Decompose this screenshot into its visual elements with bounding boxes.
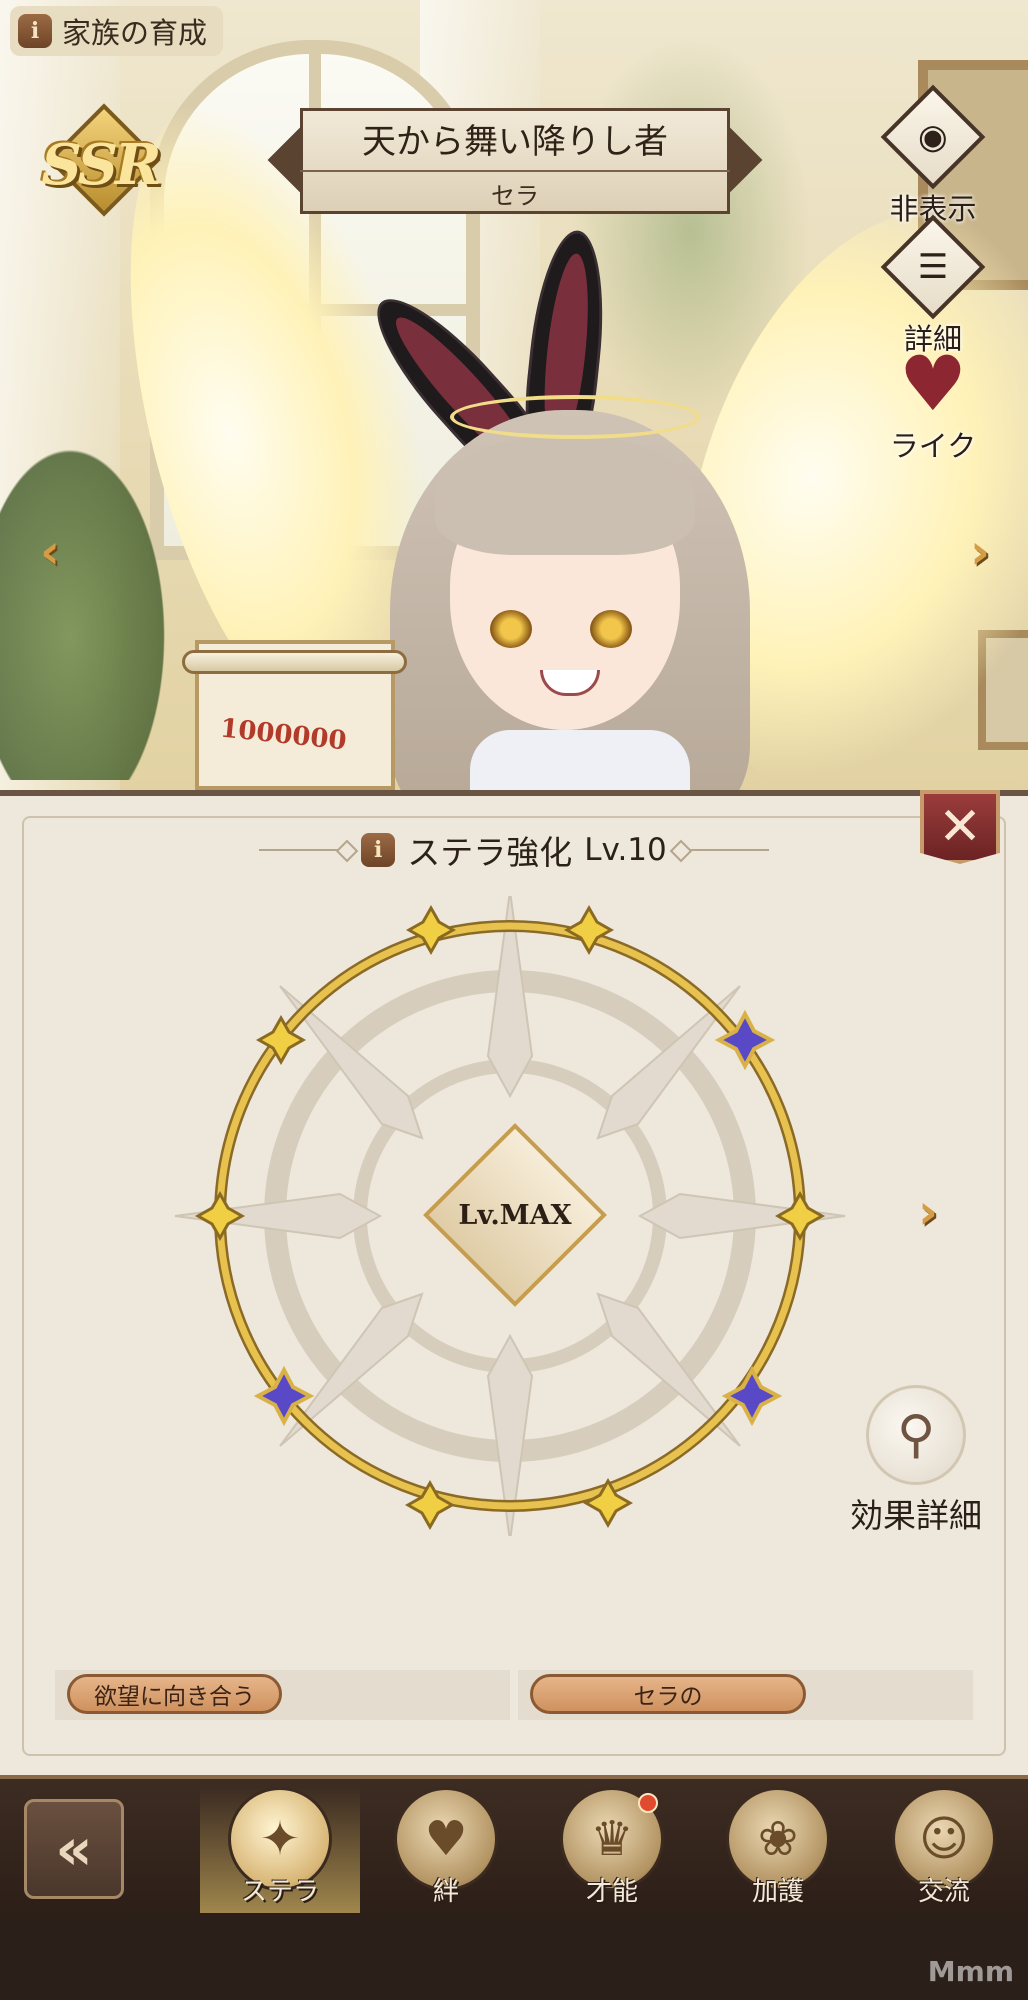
stella-slot[interactable]: 欲望に向き合う xyxy=(55,1670,510,1720)
character-name: セラ xyxy=(300,170,730,211)
info-icon[interactable]: i xyxy=(361,833,396,867)
like-button[interactable]: ♥ ライク xyxy=(878,345,988,465)
panel-level: Lv.10 xyxy=(584,832,667,868)
stella-center-level[interactable]: Lv.MAX xyxy=(423,1123,607,1307)
tab-interaction[interactable]: ☺ 交流 xyxy=(864,1787,1024,1913)
magnifier-icon: ⚲ xyxy=(866,1385,966,1485)
list-icon: ☰ xyxy=(880,214,986,320)
rarity-badge: SSR xyxy=(30,103,170,220)
heart-icon: ♥ xyxy=(898,339,968,428)
header-ornament xyxy=(259,849,350,851)
tab-stella[interactable]: ✦ ステラ xyxy=(200,1787,360,1913)
panel-title: ステラ強化 xyxy=(407,833,573,872)
page-title: 家族の育成 xyxy=(62,16,208,50)
notification-dot xyxy=(638,1793,658,1813)
watermark: Mmm xyxy=(927,1955,1014,1988)
hide-button[interactable]: ◉ 非表示 xyxy=(878,84,988,228)
bottom-nav: « ✦ ステラ ♥ 絆 ♛ 才能 ❀ 加護 ☺ 交流 xyxy=(0,1775,1028,1915)
eye-icon: ◉ xyxy=(880,84,986,190)
scroll-rod xyxy=(182,650,407,674)
panel-header: i ステラ強化 Lv.10 xyxy=(0,826,1028,874)
tab-label: 交流 xyxy=(917,1877,970,1907)
effect-details-label: 効果詳細 xyxy=(850,1496,982,1535)
effect-details-button[interactable]: ⚲ 効果詳細 xyxy=(836,1385,996,1537)
rarity-text: SSR xyxy=(41,132,161,198)
info-icon[interactable]: i xyxy=(18,14,52,48)
bottom-strip xyxy=(0,1915,1028,2000)
slot-label: セラの xyxy=(530,1674,806,1714)
back-icon: « xyxy=(55,1815,93,1883)
character-eye xyxy=(490,610,532,648)
character-outfit xyxy=(470,730,690,790)
character-epithet: 天から舞い降りし者 xyxy=(362,122,668,162)
character-eye xyxy=(590,610,632,648)
tab-label: 才能 xyxy=(585,1877,638,1907)
chevron-left-icon[interactable]: ‹ xyxy=(28,524,72,580)
tab-label: ステラ xyxy=(240,1877,319,1907)
tab-label: 加護 xyxy=(751,1877,804,1907)
like-label: ライク xyxy=(889,429,977,463)
slot-label: 欲望に向き合う xyxy=(67,1674,282,1714)
tab-bond[interactable]: ♥ 絆 xyxy=(366,1787,526,1913)
chevron-right-icon[interactable]: › xyxy=(958,524,1002,580)
back-button[interactable]: « xyxy=(24,1799,124,1899)
tab-label: 絆 xyxy=(432,1877,459,1907)
character-bangs xyxy=(435,435,695,555)
character-nameplate: 天から舞い降りし者 セラ xyxy=(267,108,763,214)
stella-slot[interactable]: セラの xyxy=(518,1670,973,1720)
character-illustration[interactable] xyxy=(355,227,770,790)
page-header: i 家族の育成 xyxy=(10,6,224,56)
header-ornament xyxy=(678,849,769,851)
chevron-right-icon[interactable]: › xyxy=(906,1184,950,1240)
tab-blessing[interactable]: ❀ 加護 xyxy=(698,1787,858,1913)
tab-talent[interactable]: ♛ 才能 xyxy=(532,1787,692,1913)
level-max-text: Lv.MAX xyxy=(458,1199,572,1231)
halo xyxy=(450,395,700,439)
